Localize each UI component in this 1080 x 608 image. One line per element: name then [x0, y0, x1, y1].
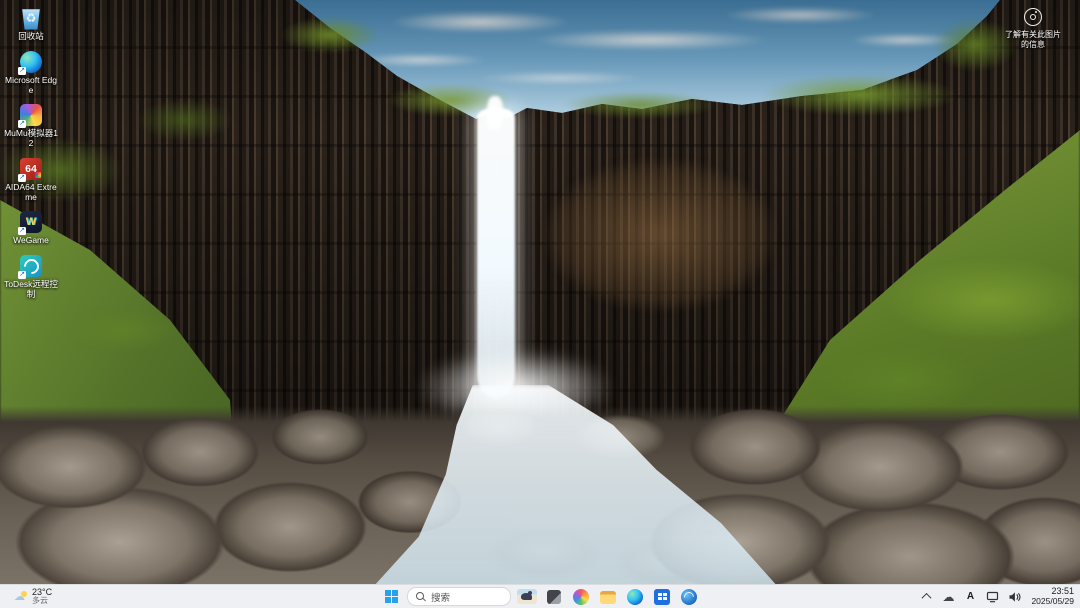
taskbar-app-blue-circle[interactable]: [678, 587, 700, 607]
clock[interactable]: 23:51 2025/05/29: [1029, 586, 1074, 606]
shortcut-arrow-icon: ↗: [18, 227, 26, 235]
microsoft-store-icon: [654, 589, 670, 605]
shortcut-arrow-icon: ↗: [18, 271, 26, 279]
hidden-icons-button[interactable]: [919, 585, 933, 608]
desktop-icon-microsoft-edge[interactable]: ↗ Microsoft Edge: [2, 49, 60, 97]
weather-text: 23°C 多云: [32, 588, 52, 606]
weather-condition: 多云: [32, 597, 52, 605]
windows-logo-pane: [392, 590, 398, 596]
store-pane: [658, 597, 662, 600]
network-tray-button[interactable]: [985, 585, 999, 608]
taskbar-center-group: 搜索: [380, 587, 700, 607]
volume-tray-button[interactable]: [1007, 585, 1021, 608]
desktop-icon-label: Microsoft Edge: [3, 76, 59, 96]
todesk-icon: ↗: [19, 254, 43, 278]
taskbar-app-store[interactable]: [651, 587, 673, 607]
desktop-icon-mumu-emulator[interactable]: ↗ MuMu模拟器12: [2, 102, 60, 150]
camera-icon: [1024, 8, 1042, 26]
windows-logo-icon: [385, 590, 398, 603]
taskbar-app-file-explorer[interactable]: [597, 587, 619, 607]
desktop-icon-label: MuMu模拟器12: [3, 129, 59, 149]
chevron-up-icon: [922, 593, 932, 603]
spotlight-learn-more[interactable]: 了解有关此图片 的信息: [1000, 8, 1066, 51]
mumu-emulator-icon: ↗: [19, 103, 43, 127]
desktop-icon-label: 回收站: [18, 32, 44, 42]
search-placeholder: 搜索: [431, 590, 450, 604]
file-explorer-icon: [600, 591, 616, 604]
desktop-icon-column: ♻ 回收站 ↗ Microsoft Edge ↗ MuMu模拟器12 64 ↗ …: [2, 5, 60, 301]
onedrive-cloud-icon: ☁: [942, 591, 954, 603]
wegame-icon: W ↗: [19, 210, 43, 234]
search-box[interactable]: 搜索: [407, 587, 511, 606]
weather-widget[interactable]: ☁ 23°C 多云: [10, 585, 56, 608]
weather-icon: ☁: [14, 591, 28, 603]
desktop-icon-wegame[interactable]: W ↗ WeGame: [2, 209, 60, 247]
taskbar-app-dark-photo[interactable]: [543, 587, 565, 607]
pinwheel-app-icon: [573, 589, 589, 605]
windows-logo-pane: [385, 590, 391, 596]
taskbar-app-widget-bird[interactable]: [516, 587, 538, 607]
spotlight-text-line2: 的信息: [1000, 40, 1066, 50]
shortcut-arrow-icon: ↗: [18, 120, 26, 128]
store-grid: [658, 593, 667, 600]
aida64-icon: 64 ↗: [19, 157, 43, 181]
bird-image-icon: [517, 589, 537, 604]
network-icon: [986, 591, 999, 603]
start-button[interactable]: [380, 587, 402, 607]
windows-logo-pane: [392, 597, 398, 603]
shortcut-arrow-icon: ↗: [18, 67, 26, 75]
store-pane: [658, 593, 662, 596]
store-pane: [663, 593, 667, 596]
desktop-wallpaper: [0, 0, 1080, 585]
taskbar: ☁ 23°C 多云 搜索: [0, 584, 1080, 608]
ime-letter: A: [967, 591, 974, 602]
bird-silhouette: [521, 593, 532, 600]
blue-circle-app-icon: [681, 589, 697, 605]
desktop-icon-aida64[interactable]: 64 ↗ AIDA64 Extreme: [2, 156, 60, 204]
shortcut-arrow-icon: ↗: [18, 174, 26, 182]
taskbar-app-edge[interactable]: [624, 587, 646, 607]
spotlight-text-line1: 了解有关此图片: [1000, 30, 1066, 40]
desktop-icon-label: WeGame: [13, 236, 49, 246]
aida64-chip-icon: [35, 172, 41, 178]
dark-photo-icon: [547, 590, 561, 604]
edge-icon: ↗: [19, 50, 43, 74]
windows-logo-pane: [385, 597, 391, 603]
taskbar-app-pinwheel[interactable]: [570, 587, 592, 607]
edge-icon: [627, 589, 643, 605]
store-pane: [663, 597, 667, 600]
ime-indicator[interactable]: A: [963, 585, 977, 608]
cloud-icon: ☁: [14, 591, 25, 603]
desktop-icon-label: AIDA64 Extreme: [3, 183, 59, 203]
clock-date: 2025/05/29: [1031, 597, 1074, 607]
recycle-bin-icon: ♻: [19, 6, 43, 30]
volume-icon: [1008, 591, 1021, 603]
desktop-icon-todesk[interactable]: ↗ ToDesk远程控制: [2, 253, 60, 301]
search-icon: [416, 592, 426, 602]
system-tray: ☁ A 23:51 2025/05/29: [919, 585, 1074, 608]
desktop-icon-label: ToDesk远程控制: [3, 280, 59, 300]
recycle-glyph: ♻: [21, 7, 41, 30]
onedrive-tray-button[interactable]: ☁: [941, 585, 955, 608]
desktop-icon-recycle-bin[interactable]: ♻ 回收站: [2, 5, 60, 43]
